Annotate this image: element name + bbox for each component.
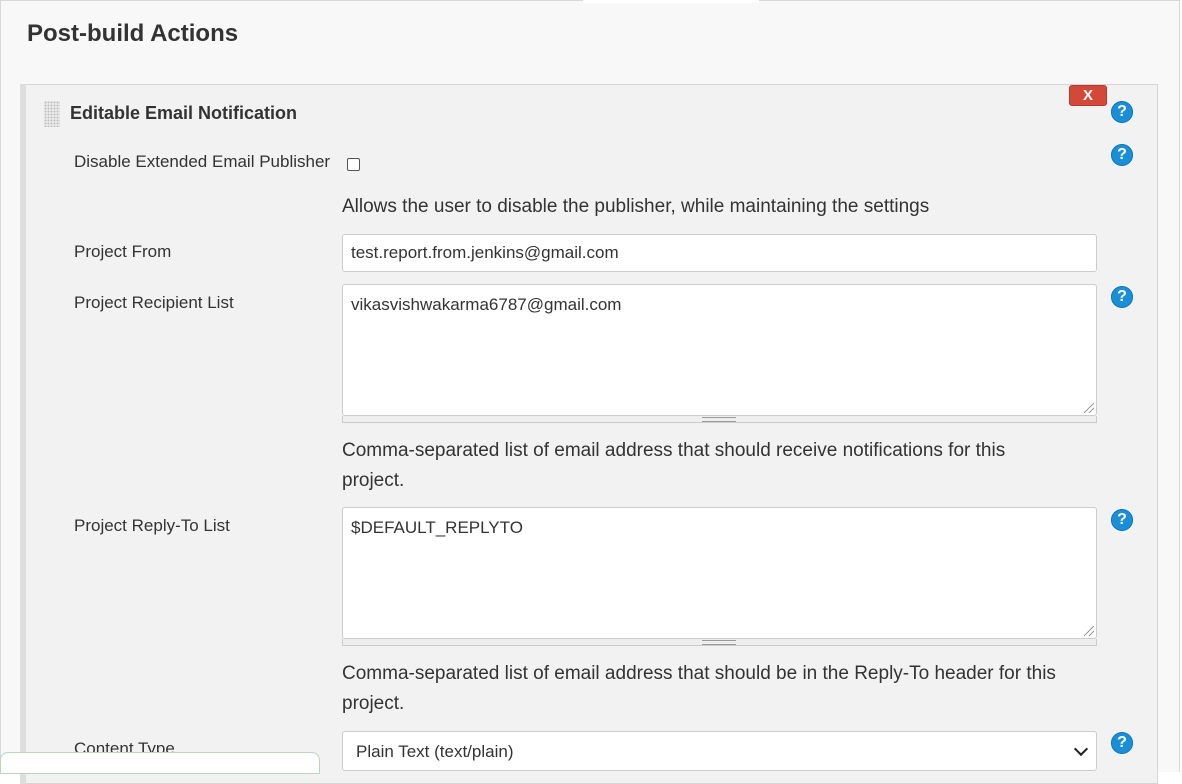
reply-to-list-help-icon[interactable]: ? bbox=[1111, 509, 1133, 531]
resize-corner-icon[interactable] bbox=[1084, 626, 1094, 636]
grip-lines-icon bbox=[702, 640, 736, 645]
reply-to-list-description-line1: Comma-separated list of email address th… bbox=[342, 663, 1056, 684]
recipient-list-description-line1: Comma-separated list of email address th… bbox=[342, 440, 1006, 461]
delete-publisher-button[interactable]: X bbox=[1069, 85, 1107, 106]
chevron-down-icon bbox=[1073, 741, 1089, 757]
reply-to-list-value: $DEFAULT_REPLYTO bbox=[351, 518, 523, 537]
project-from-input[interactable]: test.report.from.jenkins@gmail.com bbox=[342, 234, 1097, 272]
recipient-list-resize-grip[interactable] bbox=[342, 416, 1097, 423]
publisher-title: Editable Email Notification bbox=[70, 103, 298, 123]
section-heading: Post-build Actions bbox=[27, 20, 239, 47]
panel-left-bar bbox=[20, 84, 26, 784]
reply-to-list-description-line2: project. bbox=[342, 693, 405, 714]
content-type-select[interactable]: Plain Text (text/plain) bbox=[342, 731, 1097, 771]
project-from-label: Project From bbox=[74, 242, 172, 261]
disable-publisher-checkbox[interactable] bbox=[347, 158, 360, 171]
drag-handle-icon[interactable] bbox=[44, 101, 60, 127]
reply-to-list-resize-grip[interactable] bbox=[342, 639, 1097, 646]
disable-publisher-label: Disable Extended Email Publisher bbox=[74, 152, 331, 171]
recipient-list-description-line2: project. bbox=[342, 470, 405, 491]
recipient-list-label: Project Recipient List bbox=[74, 293, 234, 312]
top-tab-gap bbox=[583, 0, 759, 3]
resize-corner-icon[interactable] bbox=[1084, 403, 1094, 413]
publisher-help-icon[interactable]: ? bbox=[1111, 101, 1133, 123]
reply-to-list-label: Project Reply-To List bbox=[74, 516, 230, 535]
disable-publisher-description: Allows the user to disable the publisher… bbox=[342, 196, 930, 217]
recipient-list-textarea[interactable]: vikasvishwakarma6787@gmail.com bbox=[342, 284, 1097, 416]
content-type-selected: Plain Text (text/plain) bbox=[356, 742, 514, 761]
content-type-help-icon[interactable]: ? bbox=[1111, 732, 1133, 754]
reply-to-list-textarea[interactable]: $DEFAULT_REPLYTO bbox=[342, 507, 1097, 639]
grip-lines-icon bbox=[702, 417, 736, 422]
recipient-list-help-icon[interactable]: ? bbox=[1111, 286, 1133, 308]
disable-publisher-help-icon[interactable]: ? bbox=[1111, 144, 1133, 166]
recipient-list-value: vikasvishwakarma6787@gmail.com bbox=[351, 295, 622, 314]
notification-toast-edge bbox=[0, 752, 320, 774]
